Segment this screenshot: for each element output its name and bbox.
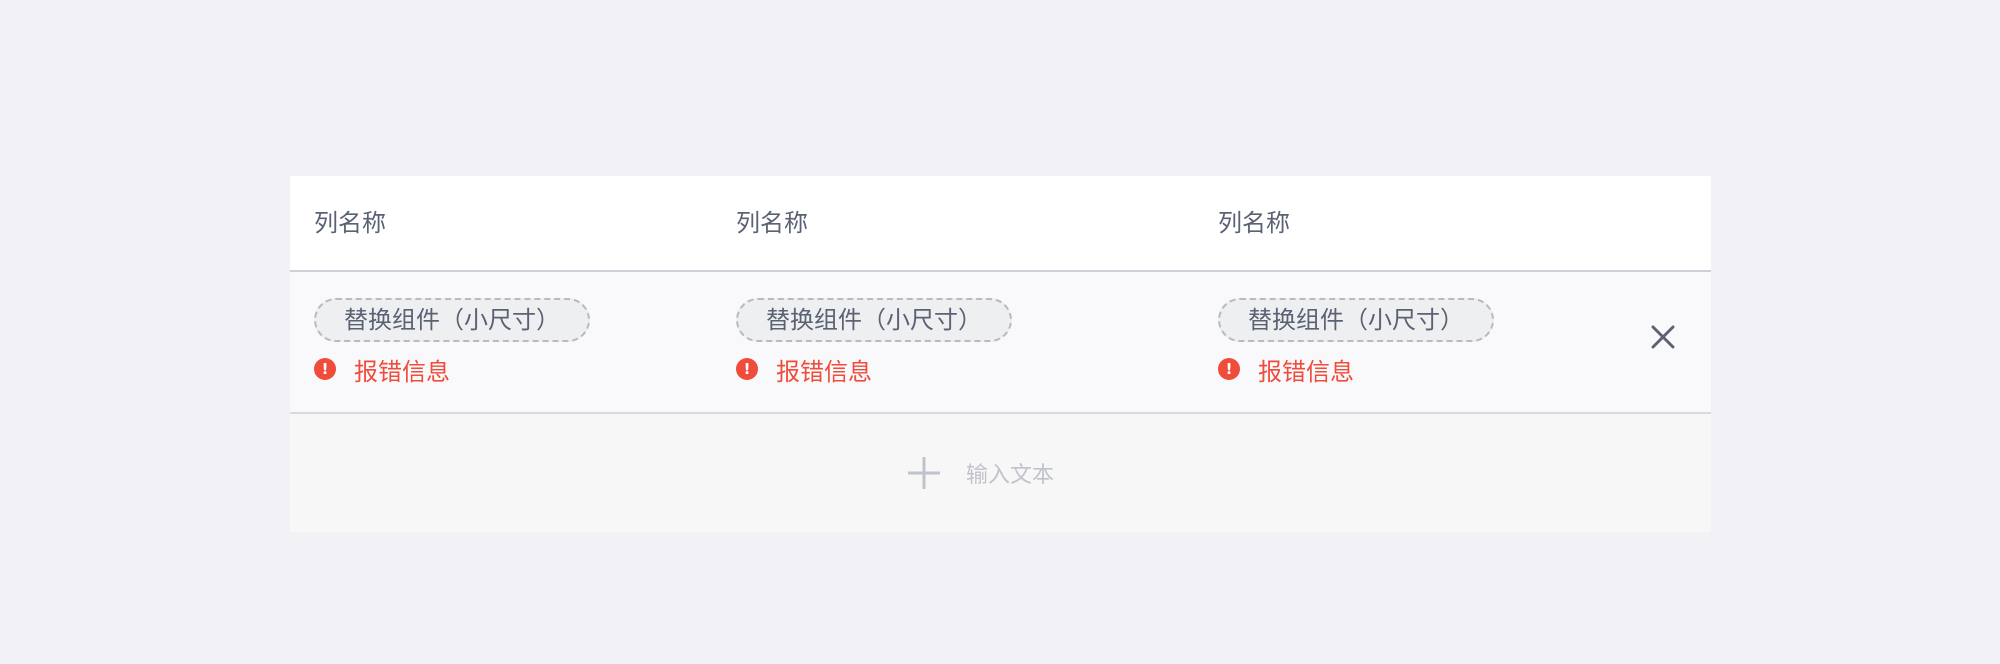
error-text: 报错信息 [354, 357, 450, 386]
table-header-row: 列名称 列名称 列名称 [290, 176, 1711, 272]
editable-table: 列名称 列名称 列名称 替换组件（小尺寸） ! 报错信息 替换组件（小尺寸） !… [290, 176, 1711, 532]
replace-component-chip[interactable]: 替换组件（小尺寸） [314, 298, 590, 342]
error-message: ! 报错信息 [1218, 352, 1354, 386]
add-row-button[interactable]: 输入文本 [290, 414, 1711, 532]
add-row-content: 输入文本 [906, 414, 1054, 532]
column-header-3: 列名称 [1218, 209, 1290, 237]
error-icon: ! [1218, 358, 1240, 380]
error-text: 报错信息 [776, 357, 872, 386]
replace-component-chip[interactable]: 替换组件（小尺寸） [736, 298, 1012, 342]
error-icon: ! [736, 358, 758, 380]
error-message: ! 报错信息 [736, 352, 872, 386]
replace-component-chip[interactable]: 替换组件（小尺寸） [1218, 298, 1494, 342]
error-message: ! 报错信息 [314, 352, 450, 386]
error-text: 报错信息 [1258, 357, 1354, 386]
table-row: 替换组件（小尺寸） ! 报错信息 替换组件（小尺寸） ! 报错信息 替换组件（小… [290, 272, 1711, 414]
add-row-label: 输入文本 [966, 463, 1055, 488]
column-header-1: 列名称 [314, 209, 386, 237]
plus-icon [908, 457, 940, 489]
remove-row-button[interactable] [1648, 322, 1678, 352]
close-icon [1651, 325, 1675, 349]
error-icon: ! [314, 358, 336, 380]
column-header-2: 列名称 [736, 209, 808, 237]
